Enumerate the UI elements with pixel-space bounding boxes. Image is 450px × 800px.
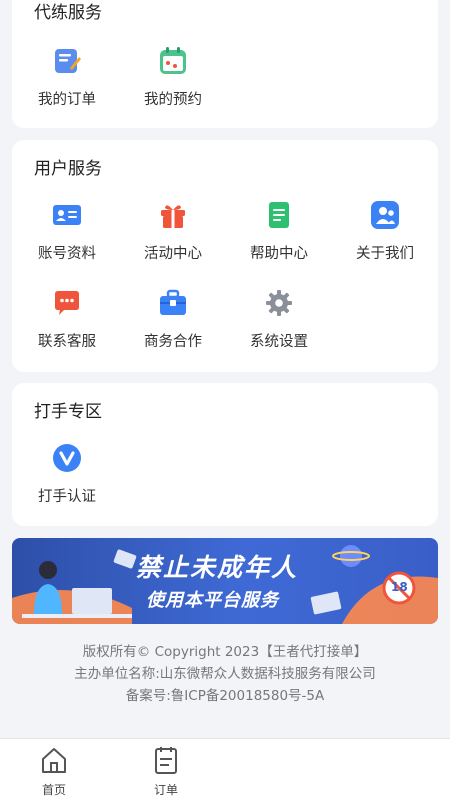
tab-home-label: 首页 bbox=[41, 783, 66, 797]
bottom-tab-bar: 首页 订单 bbox=[0, 738, 450, 800]
people-icon bbox=[368, 198, 402, 232]
account-info-label: 账号资料 bbox=[38, 246, 96, 262]
training-service-title: 代练服务 bbox=[34, 3, 102, 23]
gift-icon bbox=[156, 198, 190, 232]
banner-headline: 禁止未成年人 bbox=[136, 553, 299, 582]
help-center-label: 帮助中心 bbox=[250, 246, 308, 262]
my-orders-item[interactable]: 我的订单 bbox=[14, 44, 120, 109]
copyright-text: 版权所有© Copyright 2023【王者代打接单】 bbox=[82, 644, 368, 660]
minor-warning-banner[interactable]: 禁止未成年人 使用本平台服务 18 bbox=[12, 538, 438, 624]
player-zone-card: 打手专区 打手认证 bbox=[12, 383, 438, 526]
customer-service-label: 联系客服 bbox=[38, 334, 96, 350]
id-card-icon bbox=[50, 198, 84, 232]
user-service-title: 用户服务 bbox=[34, 159, 102, 179]
account-info-item[interactable]: 账号资料 bbox=[14, 198, 120, 263]
document-icon bbox=[262, 198, 296, 232]
tab-home[interactable]: 首页 bbox=[24, 745, 84, 798]
training-service-card: 代练服务 我的订单 我的预约 bbox=[12, 0, 438, 128]
verified-icon bbox=[50, 441, 84, 475]
my-appointments-item[interactable]: 我的预约 bbox=[120, 44, 226, 109]
order-icon bbox=[50, 44, 84, 78]
about-us-label: 关于我们 bbox=[356, 246, 414, 262]
organizer-text: 主办单位名称:山东微帮众人数据科技服务有限公司 bbox=[74, 666, 376, 682]
system-settings-label: 系统设置 bbox=[250, 334, 308, 350]
help-center-item[interactable]: 帮助中心 bbox=[226, 198, 332, 263]
tab-orders[interactable]: 订单 bbox=[136, 745, 196, 798]
player-verification-item[interactable]: 打手认证 bbox=[14, 441, 120, 506]
customer-service-item[interactable]: 联系客服 bbox=[14, 286, 120, 351]
business-cooperation-label: 商务合作 bbox=[144, 334, 202, 350]
system-settings-item[interactable]: 系统设置 bbox=[226, 286, 332, 351]
order-list-icon bbox=[136, 745, 196, 779]
icp-text: 备案号:鲁ICP备20018580号-5A bbox=[125, 688, 325, 704]
tab-orders-label: 订单 bbox=[153, 783, 178, 797]
player-zone-title: 打手专区 bbox=[34, 402, 102, 422]
gear-icon bbox=[262, 286, 296, 320]
user-service-card: 用户服务 账号资料 活动中心 帮助中心 关于我们 联系客服 商务合作 系统设置 bbox=[12, 140, 438, 372]
banner-subline: 使用本平台服务 bbox=[146, 590, 279, 611]
my-orders-label: 我的订单 bbox=[38, 92, 96, 108]
home-icon bbox=[24, 745, 84, 779]
activity-center-label: 活动中心 bbox=[144, 246, 202, 262]
age-18-badge: 18 bbox=[391, 580, 408, 594]
activity-center-item[interactable]: 活动中心 bbox=[120, 198, 226, 263]
my-appointments-label: 我的预约 bbox=[144, 92, 202, 108]
about-us-item[interactable]: 关于我们 bbox=[332, 198, 438, 263]
briefcase-icon bbox=[156, 286, 190, 320]
business-cooperation-item[interactable]: 商务合作 bbox=[120, 286, 226, 351]
calendar-icon bbox=[156, 44, 190, 78]
chat-icon bbox=[50, 286, 84, 320]
player-verification-label: 打手认证 bbox=[38, 489, 96, 505]
